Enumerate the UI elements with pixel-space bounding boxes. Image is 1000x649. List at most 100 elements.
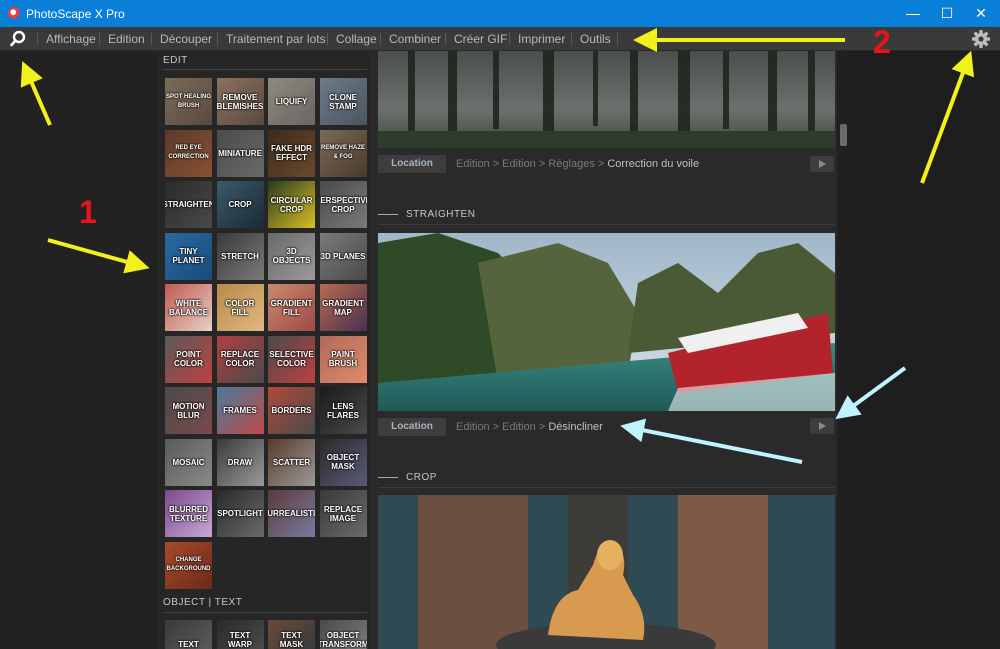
location-button[interactable]: Location (378, 155, 446, 173)
section-title-straighten: STRAIGHTEN (378, 209, 475, 220)
tool-tile-blurred-texture[interactable]: BLURRED TEXTURE (165, 490, 212, 537)
right-empty-pane (848, 51, 1000, 649)
tool-tile-mosaic[interactable]: MOSAIC (165, 438, 212, 486)
tool-tile-label: SELECTIVE COLOR (269, 350, 314, 368)
menu-item-1[interactable]: Edition (108, 27, 145, 51)
menu-item-8[interactable]: Outils (580, 27, 611, 51)
object-tile-object-transform[interactable]: OBJECT TRANSFORM (319, 620, 367, 649)
tool-tile-remove-haze-fog[interactable]: REMOVE HAZE & FOG (319, 129, 367, 177)
straighten-preview-image[interactable] (378, 233, 835, 411)
tool-tile-label: COLOR FILL (225, 298, 255, 317)
tool-tile-replace-color[interactable]: REPLACE COLOR (216, 335, 264, 383)
object-text-section-label: OBJECT | TEXT (163, 597, 243, 608)
tool-tile-crop[interactable]: CROP (216, 181, 264, 228)
tool-tile-miniature[interactable]: MINIATURE (216, 129, 264, 177)
tutorial-list[interactable]: Location Edition > Edition > Réglages > … (370, 51, 837, 649)
breadcrumb-path: Edition > Edition > Désincliner (456, 421, 603, 433)
play-video-button[interactable] (810, 418, 834, 434)
tool-tile-stretch[interactable]: STRETCH (216, 232, 264, 280)
minimize-icon[interactable]: — (896, 0, 930, 27)
tool-tile-paint-brush[interactable]: PAINT BRUSH (319, 335, 367, 383)
tool-tile-frames[interactable]: FRAMES (216, 387, 264, 434)
menu-item-0[interactable]: Affichage (46, 27, 96, 51)
object-tile-text-mask[interactable]: TEXT MASK (268, 620, 315, 649)
tool-tile-label: MOSAIC (172, 457, 205, 467)
menu-separator (99, 33, 100, 45)
tool-tile-label: REPLACE COLOR (220, 350, 260, 368)
object-tile-label: TEXT (178, 640, 199, 649)
menu-bar: Affichage Edition Découper Traitement par l… (0, 27, 1000, 51)
tool-panel: EDIT SPOT HEALING BRUSH REMOVE BLEMISHES L… (158, 51, 370, 649)
menu-item-2[interactable]: Découper (160, 27, 212, 51)
tool-tile-spotlight[interactable]: SPOTLIGHT (216, 490, 264, 537)
tool-tile-label: POINT COLOR (174, 350, 203, 368)
menu-item-7[interactable]: Imprimer (518, 27, 565, 51)
gear-icon[interactable] (971, 29, 991, 49)
tool-tile-change-background[interactable]: CHANGE BACKGROUND (165, 541, 212, 589)
tool-tile-label: GRADIENT MAP (322, 298, 364, 317)
tool-tile-label: GRADIENT FILL (270, 298, 313, 317)
tool-tile-gradient-fill[interactable]: GRADIENT FILL (268, 284, 315, 331)
menu-item-4[interactable]: Collage (336, 27, 377, 51)
object-tile-text-warp[interactable]: TEXT WARP (216, 620, 264, 649)
tool-tile-gradient-map[interactable]: GRADIENT MAP (319, 284, 367, 331)
maximize-icon[interactable]: ☐ (930, 0, 964, 27)
location-button[interactable]: Location (378, 418, 446, 436)
tool-tile-fake-hdr-effect[interactable]: FAKE HDR EFFECT (268, 129, 315, 177)
tool-tile-3d-planes[interactable]: 3D PLANES (319, 232, 367, 280)
tool-tile-tiny-planet[interactable]: TINY PLANET (165, 232, 212, 280)
tool-tile-label: SPOTLIGHT (217, 509, 263, 518)
haze-removal-preview-image[interactable] (378, 51, 835, 148)
tool-tile-spot-healing-brush[interactable]: SPOT HEALING BRUSH (165, 78, 212, 125)
breadcrumb-prefix: Edition > Edition > (456, 421, 549, 433)
tool-tile-object-mask[interactable]: OBJECT MASK (319, 438, 367, 486)
tool-tile-perspective-crop[interactable]: PERSPECTIVE CROP (319, 181, 367, 228)
tool-tile-draw[interactable]: DRAW (216, 438, 264, 486)
window-title: PhotoScape X Pro (26, 7, 125, 21)
menu-separator (327, 33, 328, 45)
menu-item-5[interactable]: Combiner (389, 27, 441, 51)
left-empty-pane (0, 51, 158, 649)
annotation-label-1: 1 (79, 194, 97, 230)
menu-item-3[interactable]: Traitement par lots (226, 27, 326, 51)
tool-tile-scatter[interactable]: SCATTER (268, 438, 315, 486)
breadcrumb-current: Correction du voile (607, 158, 700, 170)
menu-item-6[interactable]: Créer GIF (454, 27, 507, 51)
tool-tile-red-eye-correction[interactable]: RED EYE CORRECTION (165, 129, 212, 177)
app-icon (8, 7, 21, 20)
tool-tile-circular-crop[interactable]: CIRCULAR CROP (268, 181, 315, 228)
crop-preview-image[interactable] (378, 495, 835, 649)
tool-tile-label: SCATTER (272, 457, 311, 467)
tool-tile-surrealistic[interactable]: SURREALISTIC (268, 490, 315, 537)
play-video-button[interactable] (810, 156, 834, 172)
object-tile-text[interactable]: TEXT (165, 620, 212, 649)
breadcrumb-prefix: Edition > Edition > Réglages > (456, 158, 608, 170)
tool-tile-lens-flares[interactable]: LENS FLARES (319, 387, 367, 434)
tool-tile-white-balance[interactable]: WHITE BALANCE (165, 284, 212, 331)
tool-tile-selective-color[interactable]: SELECTIVE COLOR (268, 335, 315, 383)
scrollbar-thumb[interactable] (840, 124, 847, 146)
tool-tile-label: PAINT BRUSH (328, 350, 358, 368)
tool-tile-liquify[interactable]: LIQUIFY (268, 78, 315, 125)
tool-tile-replace-image[interactable]: REPLACE IMAGE (319, 490, 367, 537)
section-title-crop: CROP (378, 472, 437, 483)
tool-tile-motion-blur[interactable]: MOTION BLUR (165, 387, 212, 434)
tool-tile-color-fill[interactable]: COLOR FILL (216, 284, 264, 331)
object-tile-label: OBJECT TRANSFORM (319, 631, 367, 649)
tool-tile-label: STRAIGHTEN (165, 200, 212, 209)
edit-section-label: EDIT (163, 55, 188, 66)
close-icon[interactable]: ✕ (964, 0, 998, 27)
tool-tile-straighten[interactable]: STRAIGHTEN (165, 181, 212, 228)
tool-tile-clone-stamp[interactable]: CLONE STAMP (319, 78, 367, 125)
tool-tile-label: LENS FLARES (327, 401, 359, 420)
menu-separator (151, 33, 152, 45)
tool-tile-3d-objects[interactable]: 3D OBJECTS (268, 232, 315, 280)
tool-tile-label: SPOT HEALING BRUSH (166, 93, 212, 109)
tool-tile-borders[interactable]: BORDERS (268, 387, 315, 434)
search-icon[interactable] (9, 30, 27, 48)
tool-tile-point-color[interactable]: POINT COLOR (165, 335, 212, 383)
tool-tile-label: MOTION BLUR (172, 401, 205, 420)
tool-tile-label: RED EYE CORRECTION (168, 145, 209, 160)
tool-tile-label: MINIATURE (218, 148, 262, 158)
tool-tile-remove-blemishes[interactable]: REMOVE BLEMISHES (216, 78, 264, 125)
